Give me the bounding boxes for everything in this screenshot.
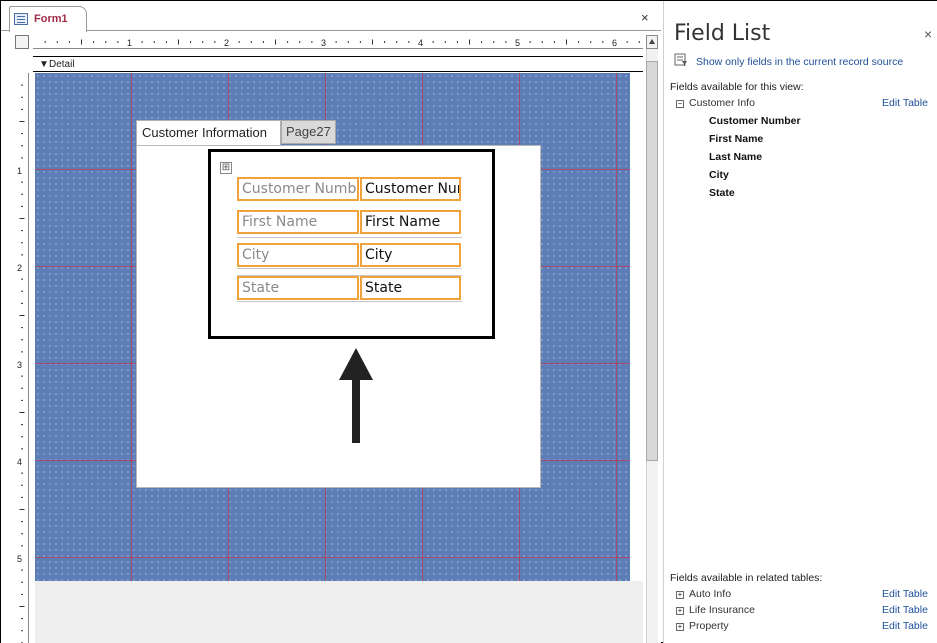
scroll-up-button[interactable]	[646, 35, 658, 49]
filter-icon[interactable]	[674, 53, 688, 67]
up-arrow-annotation	[339, 348, 373, 443]
label-customer-number[interactable]: Customer Number	[237, 177, 359, 201]
table-name: Customer Info	[689, 97, 755, 109]
label-first-name[interactable]: First Name	[237, 210, 359, 234]
close-pane-icon[interactable]: ×	[924, 26, 932, 42]
vertical-scrollbar-thumb[interactable]	[646, 61, 658, 461]
ruler-number: 2	[224, 38, 229, 48]
ruler-number: 6	[612, 38, 617, 48]
layout-gridline	[237, 268, 462, 269]
table-name: Life Insurance	[689, 604, 755, 616]
ruler-number: 5	[515, 38, 520, 48]
field-city[interactable]: City	[709, 169, 729, 181]
collapse-icon[interactable]: −	[676, 100, 684, 108]
document-tab-form1[interactable]: Form1	[9, 6, 87, 32]
document-tab-strip: Form1 ×	[1, 1, 661, 32]
tab-page27[interactable]: Page27	[281, 120, 336, 144]
document-tab-label: Form1	[34, 13, 68, 25]
ruler-number: 1	[17, 166, 22, 176]
label-state[interactable]: State	[237, 276, 359, 300]
textbox-first-name[interactable]: First Name	[360, 210, 461, 234]
ruler-number: 5	[17, 554, 22, 564]
table-name: Property	[689, 620, 729, 632]
expand-icon[interactable]: +	[676, 623, 684, 631]
table-customer-info[interactable]: − Customer Info	[676, 97, 755, 109]
ruler-number: 2	[17, 263, 22, 273]
edit-table-link-auto-info[interactable]: Edit Table	[882, 588, 928, 600]
table-name: Auto Info	[689, 588, 732, 600]
detail-section-bar[interactable]: ▼ Detail	[33, 56, 643, 72]
edit-table-link-property[interactable]: Edit Table	[882, 620, 928, 632]
expand-icon[interactable]: +	[676, 591, 684, 599]
textbox-state[interactable]: State	[360, 276, 461, 300]
textbox-city[interactable]: City	[360, 243, 461, 267]
label-city[interactable]: City	[237, 243, 359, 267]
ruler-number: 4	[418, 38, 423, 48]
expand-icon[interactable]: +	[676, 607, 684, 615]
field-state[interactable]: State	[709, 187, 735, 199]
textbox-customer-number[interactable]: Customer Num	[360, 177, 461, 201]
related-table-auto-info[interactable]: + Auto Info	[676, 588, 731, 600]
form-icon	[14, 13, 28, 25]
edit-table-link-life-insurance[interactable]: Edit Table	[882, 604, 928, 616]
designer-empty-area	[35, 581, 643, 643]
layout-move-handle-icon[interactable]: ⊞	[220, 162, 232, 174]
fields-available-heading: Fields available for this view:	[670, 81, 804, 93]
field-customer-number[interactable]: Customer Number	[709, 115, 801, 127]
layout-gridline	[237, 301, 462, 302]
show-only-current-fields-link[interactable]: Show only fields in the current record s…	[696, 56, 903, 68]
ruler-number: 1	[127, 38, 132, 48]
ruler-number: 3	[17, 360, 22, 370]
related-table-property[interactable]: + Property	[676, 620, 729, 632]
field-first-name[interactable]: First Name	[709, 133, 763, 145]
related-tables-heading: Fields available in related tables:	[670, 572, 823, 584]
section-arrow-icon: ▼	[39, 59, 49, 70]
form-selector-box[interactable]	[15, 35, 29, 49]
layout-gridline	[237, 237, 462, 238]
form-designer: Form1 × 1 2 3 4 5 6 ▼ Detail 1 2 3 4 5 Customer I…	[1, 1, 661, 643]
ruler-number: 4	[17, 457, 22, 467]
edit-table-link-customer-info[interactable]: Edit Table	[882, 97, 928, 109]
close-document-icon[interactable]: ×	[641, 10, 649, 25]
field-list-pane: Field List × Show only fields in the cur…	[663, 1, 937, 643]
access-window: Form1 × 1 2 3 4 5 6 ▼ Detail 1 2 3 4 5 Customer I…	[0, 0, 937, 643]
field-list-title: Field List	[674, 21, 771, 46]
detail-section-label: Detail	[49, 59, 75, 70]
field-last-name[interactable]: Last Name	[709, 151, 762, 163]
ruler-number: 3	[321, 38, 326, 48]
related-table-life-insurance[interactable]: + Life Insurance	[676, 604, 755, 616]
horizontal-ruler[interactable]: 1 2 3 4 5 6	[33, 35, 643, 49]
vertical-ruler[interactable]: 1 2 3 4 5	[15, 73, 29, 643]
tab-customer-information[interactable]: Customer Information	[136, 120, 281, 145]
